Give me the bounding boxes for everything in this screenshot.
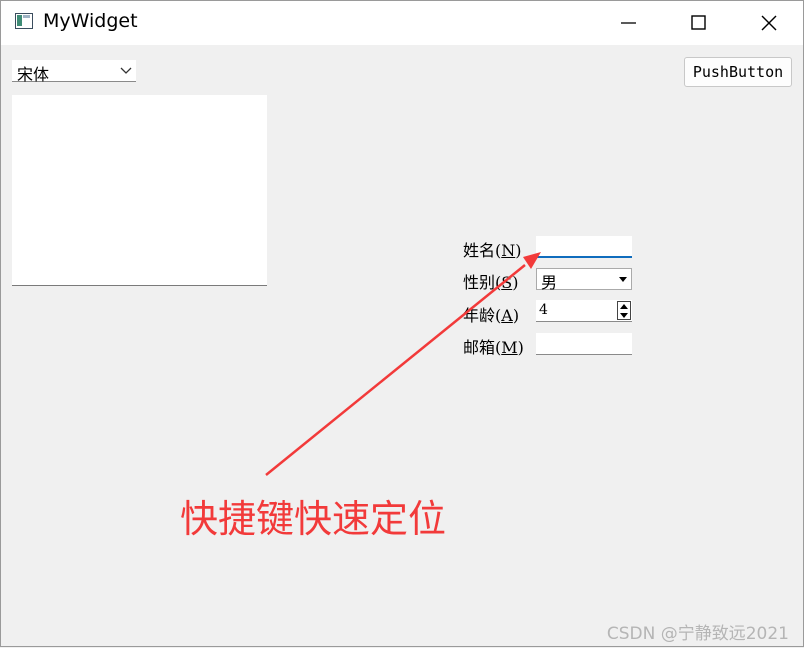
annotation-arrow xyxy=(265,252,541,476)
main-window: MyWidget 宋体 PushButton 姓名(N) 性别(S) 年龄(A) xyxy=(0,0,804,647)
annotation-text: 快捷键快速定位 xyxy=(180,497,447,541)
watermark: CSDN @宁静致远2021 xyxy=(606,624,789,644)
